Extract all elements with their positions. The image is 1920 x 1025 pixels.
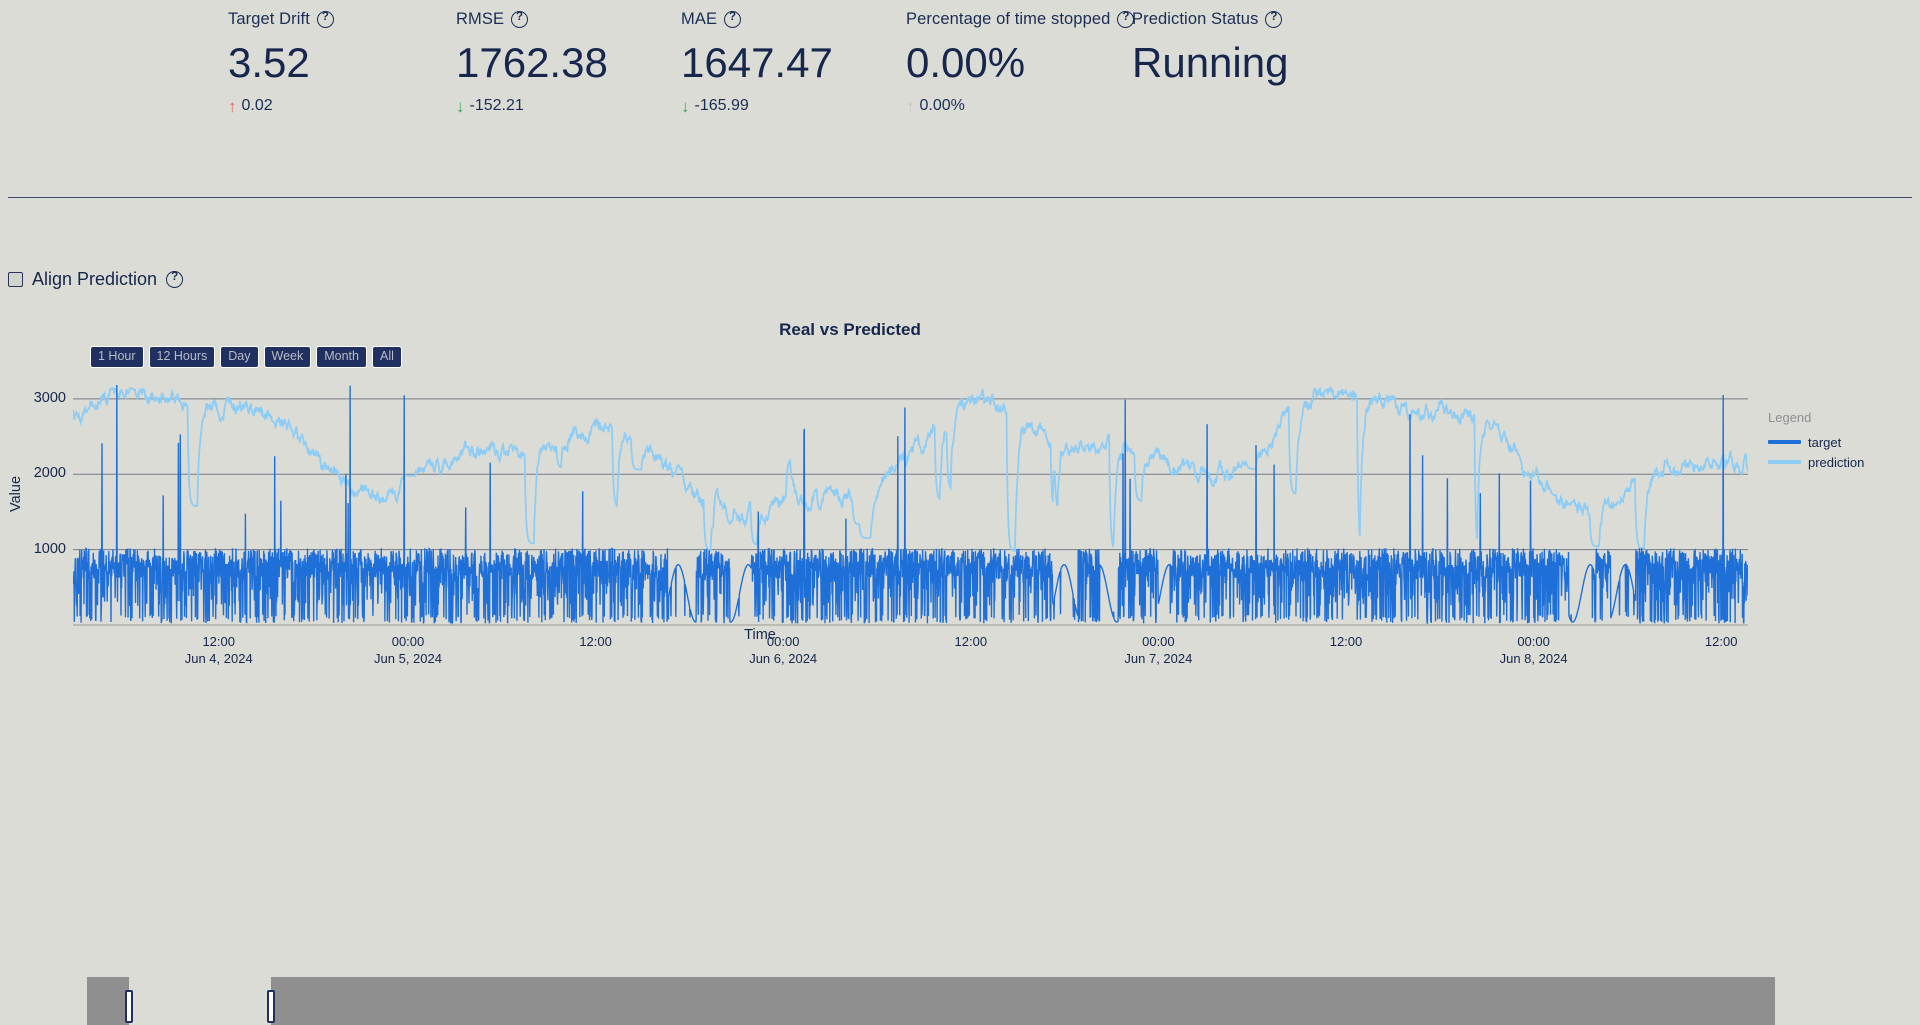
kpi-card: Prediction Status Running (1132, 8, 1288, 84)
help-circle-icon[interactable] (724, 10, 742, 28)
help-circle-icon[interactable] (1265, 10, 1283, 28)
x-tick-label: 12:00 (1651, 633, 1791, 650)
kpi-card: RMSE 1762.38 ↓-152.21 (456, 8, 608, 115)
kpi-delta: ↑ 0.02 (228, 97, 334, 115)
kpi-delta-value: 0.02 (241, 97, 273, 114)
kpi-card: MAE 1647.47 ↓-165.99 (681, 8, 833, 115)
x-tick-date: Jun 4, 2024 (184, 651, 253, 666)
legend-item[interactable]: prediction (1768, 452, 1913, 472)
kpi-value: 0.00% (906, 39, 1026, 86)
trend-down-icon: ↓ (681, 96, 690, 116)
legend-title: Legend (1768, 410, 1812, 425)
kpi-label: RMSE (456, 9, 505, 28)
real-vs-predicted-chart: Real vs Predicted 1 Hour 12 Hours Day Week M… (0, 300, 1920, 1025)
kpi-value: 1647.47 (681, 39, 833, 86)
x-tick-date: Jun 8, 2024 (1499, 651, 1568, 666)
kpi-label-row: Prediction Status (1132, 8, 1288, 30)
kpi-strip: Target Drift3.52↑0.02RMSE1762.38↓-152.21… (0, 0, 1920, 160)
x-axis-title: Time (744, 627, 776, 643)
rangeslider-mask-right (270, 977, 1775, 1025)
rangeslider-mask-left (87, 977, 130, 1025)
legend-swatch-target (1768, 440, 1801, 444)
kpi-delta-value: -152.21 (469, 97, 524, 114)
kpi-label: MAE (681, 9, 718, 28)
kpi-delta: ↑ 0.00% (906, 97, 1134, 115)
help-circle-icon[interactable] (316, 10, 334, 28)
kpi-value: 1762.38 (456, 39, 608, 86)
kpi-label: Target Drift (228, 9, 310, 28)
kpi-label: Percentage of time stopped (906, 9, 1111, 28)
trend-up-icon: ↑ (228, 96, 237, 116)
legend-label: prediction (1808, 454, 1865, 470)
plot-svg[interactable] (0, 300, 1920, 791)
section-divider (8, 197, 1912, 198)
kpi-label-row: Target Drift (228, 8, 334, 30)
kpi-delta-value: 0.00% (919, 97, 965, 114)
series-target (73, 384, 1748, 625)
kpi-value: Running (1132, 39, 1289, 86)
help-circle-icon[interactable] (166, 270, 184, 288)
rangeslider-handle-left[interactable] (125, 990, 134, 1023)
kpi-delta-value: -165.99 (694, 97, 749, 114)
kpi-value: 3.52 (228, 39, 310, 86)
trend-down-icon: ↓ (456, 96, 465, 116)
legend-item[interactable]: target (1768, 432, 1913, 452)
kpi-label-row: RMSE (456, 8, 608, 30)
plot-area-wrapper: Value 1000 2000 3000 12:00 Jun 4, 2024 00:00… (0, 300, 1920, 791)
trend-flat-icon: ↑ (906, 96, 915, 116)
series-prediction (73, 385, 1748, 552)
x-tick-date: Jun 6, 2024 (749, 651, 818, 666)
align-prediction-row[interactable]: Align Prediction (8, 268, 184, 290)
legend-label: target (1808, 434, 1842, 450)
legend-swatch-prediction (1768, 460, 1801, 464)
kpi-label-row: MAE (681, 8, 833, 30)
kpi-delta: ↓ -165.99 (681, 97, 833, 115)
rangeslider-handle-right[interactable] (266, 990, 275, 1023)
align-prediction-label: Align Prediction (32, 268, 158, 289)
x-tick-time: 12:00 (1704, 634, 1738, 649)
kpi-card: Percentage of time stopped0.00%↑0.00% (906, 8, 1135, 115)
x-tick-date: Jun 7, 2024 (1124, 651, 1193, 666)
align-prediction-checkbox[interactable] (8, 271, 23, 287)
chart-legend: Legend target prediction (1768, 410, 1913, 472)
kpi-delta: ↓ -152.21 (456, 97, 608, 115)
kpi-label-row: Percentage of time stopped (906, 8, 1135, 30)
chart-rangeslider[interactable] (87, 977, 1775, 1025)
help-circle-icon[interactable] (511, 10, 529, 28)
x-tick-date: Jun 5, 2024 (374, 651, 442, 666)
kpi-card: Target Drift 3.52 ↑0.02 (228, 8, 334, 115)
kpi-label: Prediction Status (1132, 9, 1259, 28)
